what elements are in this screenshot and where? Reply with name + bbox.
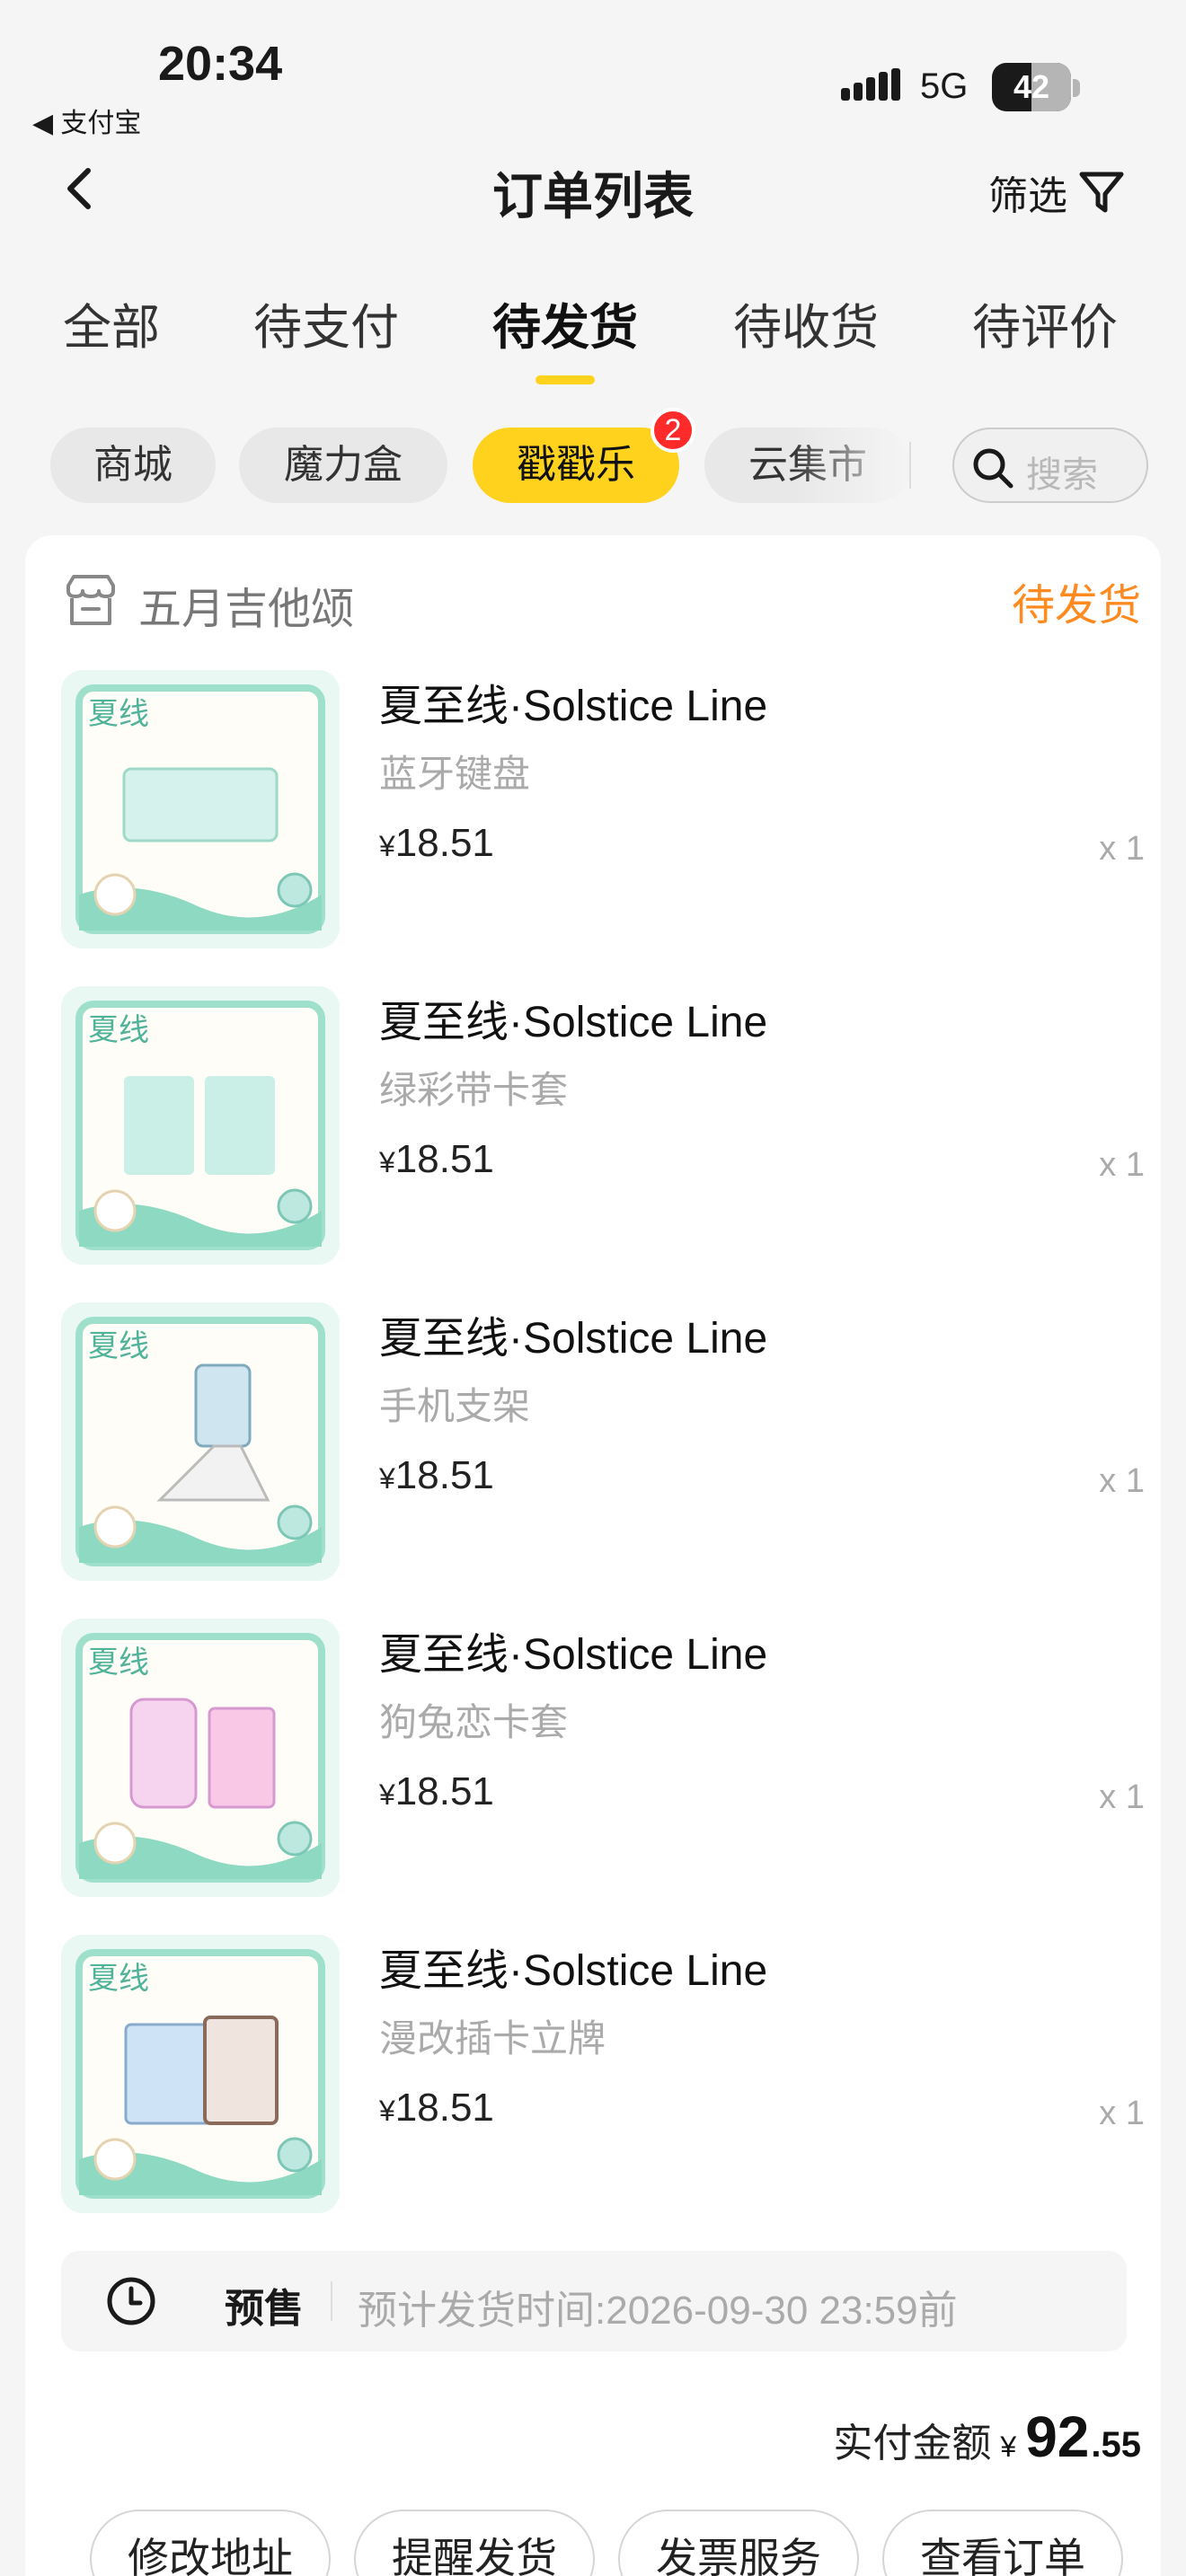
product-thumbnail: 夏线 [61, 1935, 340, 2213]
item-title: 夏至线·Solstice Line [379, 683, 768, 730]
order-item[interactable]: 夏线 夏至线·Solstice Line 手机支架 ¥18.51 x 1 [61, 1302, 1145, 1581]
back-to-app-link[interactable]: ◀ 支付宝 [32, 101, 141, 140]
order-card[interactable]: 五月吉他颂 待发货 夏线 夏至线·Solstice Line 蓝牙键盘 ¥18.… [25, 535, 1161, 2576]
item-variant: 漫改插卡立牌 [379, 2017, 606, 2060]
store-header[interactable]: 五月吉他颂 待发货 [25, 535, 1161, 670]
order-item[interactable]: 夏线 夏至线·Solstice Line 狗兔恋卡套 ¥18.51 x 1 [61, 1619, 1145, 1897]
svg-text:夏线: 夏线 [88, 696, 149, 732]
order-status: 待发货 [1011, 582, 1141, 630]
invoice-service-button[interactable]: 发票服务 [618, 2510, 859, 2576]
item-title: 夏至线·Solstice Line [379, 1947, 768, 1995]
item-variant: 手机支架 [379, 1385, 531, 1427]
estimated-ship-time: 预计发货时间:2026-09-30 23:59前 [358, 2289, 958, 2333]
chip-label: 戳戳乐 [517, 443, 635, 487]
order-total: 实付金额 ¥ 92 .55 [833, 2404, 1141, 2470]
filter-icon [1079, 172, 1124, 213]
store-name: 五月吉他颂 [138, 586, 355, 633]
battery-level: 42 [1013, 68, 1050, 105]
svg-text:夏线: 夏线 [88, 1961, 149, 1997]
store-icon [66, 575, 115, 625]
presale-label: 预售 [225, 2287, 304, 2331]
tab-all[interactable]: 全部 [63, 287, 160, 358]
total-decimal: .55 [1091, 2425, 1141, 2465]
item-quantity: x 1 [1099, 1778, 1145, 1816]
svg-text:夏线: 夏线 [88, 1012, 149, 1048]
item-quantity: x 1 [1099, 830, 1145, 868]
order-item[interactable]: 夏线 夏至线·Solstice Line 蓝牙键盘 ¥18.51 x 1 [61, 670, 1145, 948]
total-label: 实付金额 [833, 2422, 992, 2466]
search-placeholder: 搜索 [1026, 455, 1098, 495]
divider [331, 2281, 332, 2321]
product-thumbnail: 夏线 [61, 670, 340, 948]
battery-icon: 42 [992, 63, 1071, 111]
chip-poke-fun[interactable]: 戳戳乐 2 [473, 408, 695, 503]
view-order-button[interactable]: 查看订单 [882, 2510, 1123, 2576]
clock-icon [107, 2277, 155, 2325]
search-icon [973, 448, 1013, 489]
item-price: ¥18.51 [379, 1137, 494, 1181]
item-quantity: x 1 [1099, 1462, 1145, 1500]
total-integer: 92 [1025, 2404, 1090, 2469]
status-bar: 20:34 ◀ 支付宝 5G 42 [0, 0, 1186, 144]
product-thumbnail: 夏线 [61, 1302, 340, 1581]
signal-icon [841, 68, 900, 101]
tab-pending-shipment[interactable]: 待发货 [492, 287, 638, 358]
total-currency: ¥ [1000, 2430, 1017, 2463]
order-item[interactable]: 夏线 夏至线·Solstice Line 绿彩带卡套 ¥18.51 x 1 [61, 986, 1145, 1265]
product-thumbnail: 夏线 [61, 1619, 340, 1897]
tab-pending-payment[interactable]: 待支付 [253, 287, 399, 358]
order-tabs: 全部 待支付 待发货 待收货 待评价 [0, 287, 1186, 386]
search-button[interactable]: 搜索 [952, 428, 1148, 503]
category-chips: 商城 魔力盒 戳戳乐 2 云集市 搜索 [0, 408, 1186, 503]
status-time: 20:34 [158, 37, 283, 91]
item-price: ¥18.51 [379, 821, 494, 865]
order-item[interactable]: 夏线 夏至线·Solstice Line 漫改插卡立牌 ¥18.51 x 1 [61, 1935, 1145, 2213]
divider [909, 442, 911, 489]
item-price: ¥18.51 [379, 2086, 494, 2130]
filter-button[interactable]: 筛选 [988, 163, 1127, 221]
change-address-button[interactable]: 修改地址 [90, 2510, 331, 2576]
item-variant: 蓝牙键盘 [379, 753, 531, 795]
item-title: 夏至线·Solstice Line [379, 1315, 768, 1363]
chip-magic-box[interactable]: 魔力盒 [239, 428, 447, 503]
action-buttons: 修改地址 提醒发货 发票服务 查看订单 [25, 2510, 1161, 2576]
network-type: 5G [920, 66, 969, 106]
tab-indicator [535, 375, 595, 384]
item-quantity: x 1 [1099, 2095, 1145, 2132]
chip-mall[interactable]: 商城 [50, 428, 216, 503]
notification-badge: 2 [651, 408, 695, 453]
svg-text:夏线: 夏线 [88, 1645, 149, 1681]
item-variant: 绿彩带卡套 [379, 1069, 569, 1111]
tab-pending-receipt[interactable]: 待收货 [733, 287, 879, 358]
filter-label: 筛选 [988, 174, 1067, 218]
item-title: 夏至线·Solstice Line [379, 1631, 768, 1679]
item-variant: 狗兔恋卡套 [379, 1701, 569, 1743]
product-thumbnail: 夏线 [61, 986, 340, 1265]
tab-pending-review[interactable]: 待评价 [972, 287, 1118, 358]
item-title: 夏至线·Solstice Line [379, 999, 768, 1046]
svg-text:夏线: 夏线 [88, 1328, 149, 1364]
item-quantity: x 1 [1099, 1146, 1145, 1184]
item-price: ¥18.51 [379, 1769, 494, 1813]
nav-bar: 订单列表 筛选 [0, 144, 1186, 234]
item-price: ¥18.51 [379, 1453, 494, 1497]
presale-banner: 预售 预计发货时间:2026-09-30 23:59前 [61, 2251, 1127, 2351]
remind-shipment-button[interactable]: 提醒发货 [354, 2510, 595, 2576]
